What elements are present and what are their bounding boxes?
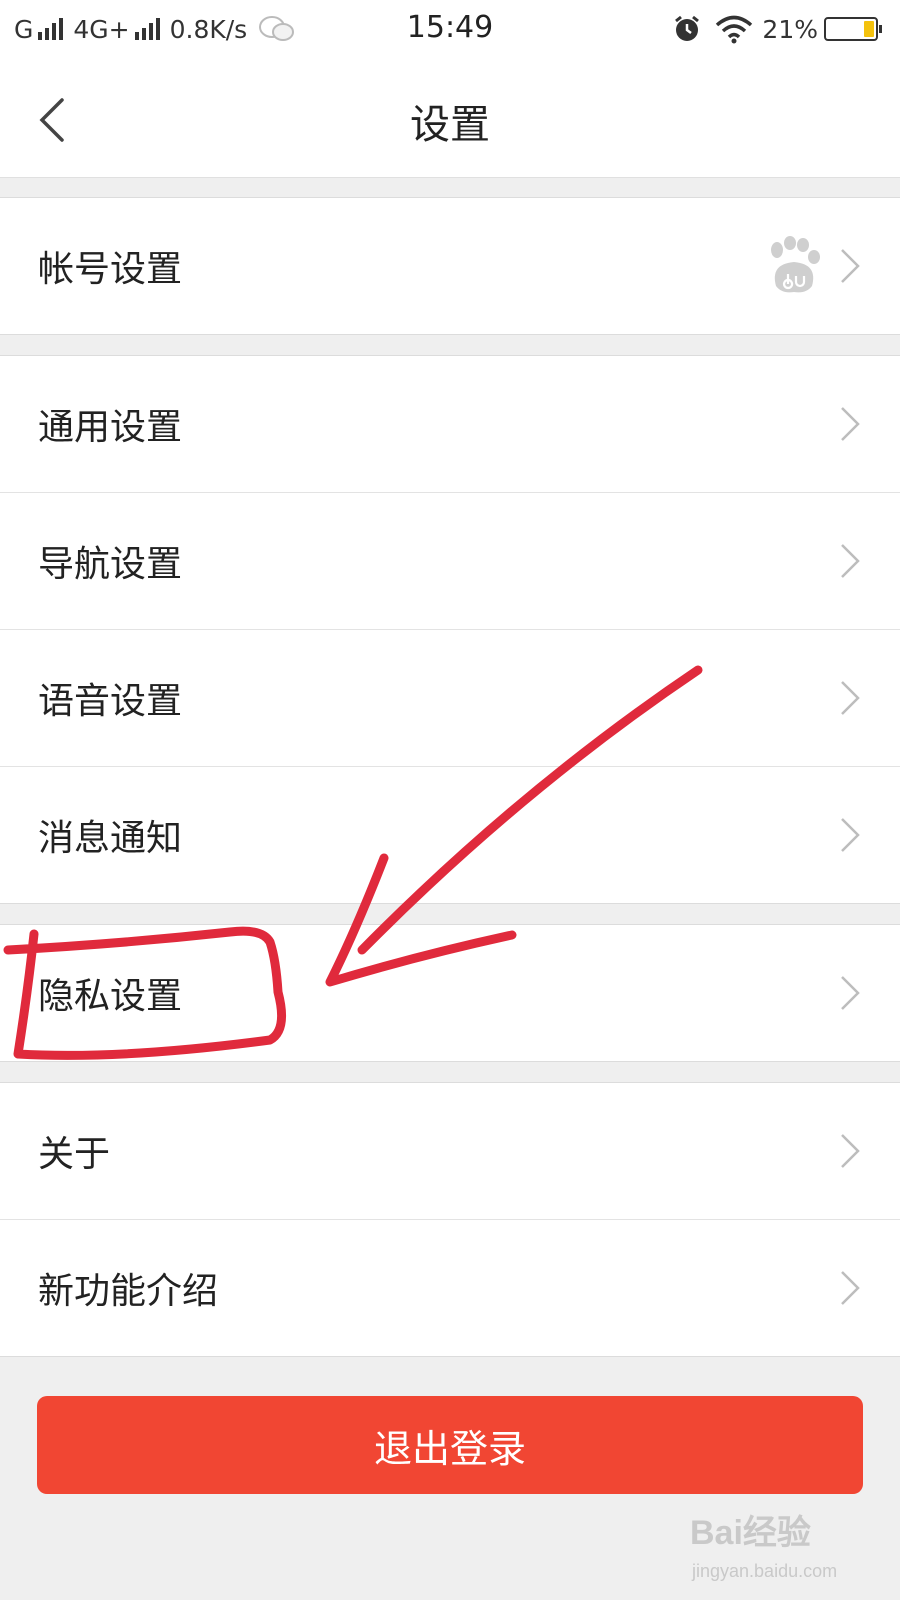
watermark-url: jingyan.baidu.com	[692, 1561, 838, 1581]
settings-list: 帐号设置 通用设置 导航设置 语音设置 消息通知 隐私设置 关于 新功能介绍	[0, 177, 900, 1357]
chevron-right-icon	[841, 976, 860, 1010]
battery-percent: 21%	[762, 14, 818, 44]
baidu-jingyan-watermark: Bai经验 jingyan.baidu.com	[690, 1505, 870, 1595]
logout-button[interactable]: 退出登录	[37, 1396, 863, 1494]
settings-item-label: 隐私设置	[38, 976, 183, 1017]
settings-group-general: 通用设置 导航设置 语音设置 消息通知	[0, 355, 900, 904]
settings-group-account: 帐号设置	[0, 197, 900, 335]
settings-item-label: 消息通知	[38, 818, 183, 859]
settings-item-privacy[interactable]: 隐私设置	[0, 925, 900, 1061]
alarm-icon	[675, 15, 700, 41]
settings-item-label: 通用设置	[38, 407, 183, 448]
settings-item-general[interactable]: 通用设置	[0, 356, 900, 493]
chevron-right-icon	[841, 249, 860, 283]
watermark-logo-text: Bai经验	[690, 1514, 811, 1552]
settings-item-label: 新功能介绍	[38, 1271, 219, 1312]
wifi-icon	[716, 15, 753, 44]
settings-item-label: 语音设置	[38, 681, 183, 722]
chevron-right-icon	[841, 681, 860, 715]
battery-icon	[824, 17, 882, 41]
chevron-right-icon	[841, 544, 860, 578]
chevron-right-icon	[841, 1271, 860, 1305]
status-right: 21%	[672, 14, 882, 44]
settings-item-label: 导航设置	[38, 544, 183, 585]
settings-item-notifications[interactable]: 消息通知	[0, 767, 900, 903]
chevron-right-icon	[841, 407, 860, 441]
chevron-right-icon	[841, 1134, 860, 1168]
settings-item-whats-new[interactable]: 新功能介绍	[0, 1220, 900, 1356]
settings-item-label: 帐号设置	[38, 249, 183, 290]
settings-group-about: 关于 新功能介绍	[0, 1082, 900, 1357]
settings-item-voice[interactable]: 语音设置	[0, 630, 900, 767]
settings-item-label: 关于	[38, 1134, 111, 1175]
nav-bar: 设置	[0, 62, 900, 178]
baidu-paw-icon	[771, 236, 820, 293]
page-title: 设置	[410, 102, 490, 148]
settings-item-account[interactable]: 帐号设置	[0, 198, 900, 334]
settings-group-privacy: 隐私设置	[0, 924, 900, 1062]
chevron-right-icon	[841, 818, 860, 852]
settings-item-about[interactable]: 关于	[0, 1083, 900, 1220]
settings-item-navigation[interactable]: 导航设置	[0, 493, 900, 630]
status-bar: G 4G+ 0.8K/s 15:49 21%	[0, 0, 900, 62]
